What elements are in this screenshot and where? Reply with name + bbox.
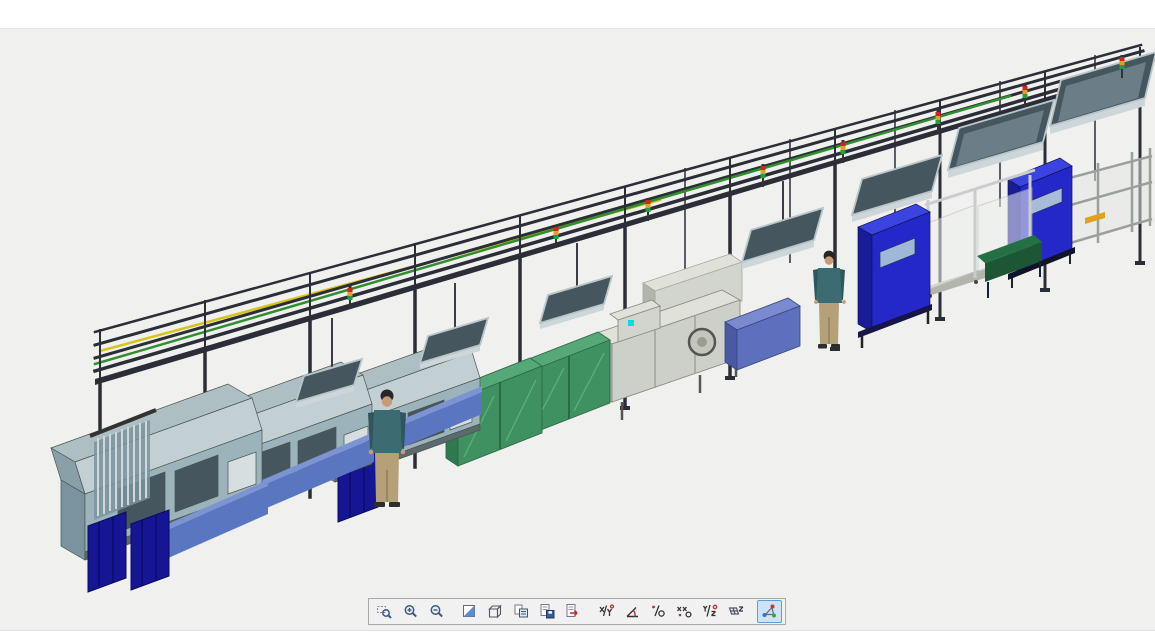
chip-bin-2 — [131, 510, 169, 590]
right-conveyor-frame — [1060, 148, 1152, 252]
title-bar — [0, 0, 1155, 29]
3d-viewport[interactable] — [0, 0, 1155, 641]
measure-point-icon — [650, 603, 667, 620]
toolbar-separator — [750, 600, 756, 623]
measure-angle-button[interactable] — [620, 600, 645, 623]
blue-control-cabinet-1 — [858, 204, 932, 348]
production-line-model — [0, 0, 1155, 641]
rotate-3d-button[interactable] — [757, 600, 782, 623]
measure-xy-icon — [598, 603, 615, 620]
measure-angle-icon — [624, 603, 641, 620]
status-strip — [0, 630, 1155, 642]
shaded-view-icon — [461, 603, 478, 620]
wireframe-view-button[interactable] — [483, 600, 508, 623]
zoom-in-button[interactable] — [398, 600, 423, 623]
zoom-in-icon — [402, 603, 419, 620]
export-view-button[interactable] — [561, 600, 586, 623]
measure-xy-button[interactable] — [594, 600, 619, 623]
toolbar-separator — [450, 600, 456, 623]
zoom-window-icon — [376, 603, 393, 620]
datum-plane-button[interactable] — [724, 600, 749, 623]
measure-distance-icon — [676, 603, 693, 620]
wash-station — [594, 290, 740, 420]
view-toolbar — [368, 598, 786, 625]
zoom-out-button[interactable] — [424, 600, 449, 623]
export-view-icon — [565, 603, 582, 620]
rotate-3d-icon — [761, 603, 778, 620]
datum-plane-icon — [728, 603, 745, 620]
save-image-icon — [539, 603, 556, 620]
toolbar-separator — [587, 600, 593, 623]
shaded-view-button[interactable] — [457, 600, 482, 623]
zoom-out-icon — [428, 603, 445, 620]
operator-2 — [813, 251, 846, 349]
measure-yz-button[interactable] — [698, 600, 723, 623]
wireframe-view-icon — [487, 603, 504, 620]
measure-yz-icon — [702, 603, 719, 620]
zoom-window-button[interactable] — [372, 600, 397, 623]
copy-view-icon — [513, 603, 530, 620]
cyan-reference-marker — [628, 320, 634, 326]
chip-bin-1 — [88, 512, 126, 592]
save-image-button[interactable] — [535, 600, 560, 623]
measure-distance-button[interactable] — [672, 600, 697, 623]
copy-view-button[interactable] — [509, 600, 534, 623]
measure-point-button[interactable] — [646, 600, 671, 623]
